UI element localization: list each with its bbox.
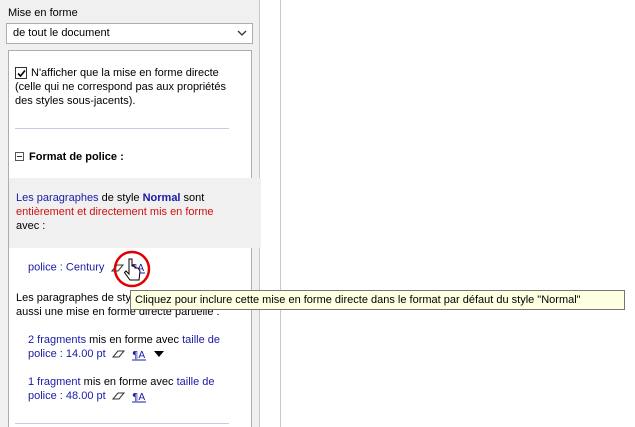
eraser-icon[interactable]: [111, 391, 126, 401]
direct-formatting-checkbox[interactable]: [15, 67, 27, 79]
fragment-prop-link[interactable]: police : 48.00 pt: [28, 390, 106, 402]
collapse-icon[interactable]: [15, 152, 24, 161]
option-label-line2: (celle qui ne correspond pas aux proprié…: [15, 81, 226, 93]
svg-text:¶A: ¶A: [132, 392, 145, 403]
fragment-count-link[interactable]: 1 fragment: [28, 376, 81, 388]
formatting-details-panel: N'afficher que la mise en forme directe …: [8, 50, 261, 427]
scope-dropdown[interactable]: de tout le document: [6, 23, 253, 44]
checkmark-icon: [17, 69, 26, 78]
tooltip: Cliquez pour inclure cette mise en forme…: [130, 290, 625, 310]
section-title: Mise en forme: [8, 7, 78, 19]
fragment-item: 1 fragment mis en forme avec taille de p…: [28, 375, 228, 403]
svg-text:¶A: ¶A: [132, 350, 145, 361]
para-text: avec :: [16, 220, 46, 232]
highlight-circle-with-hand-cursor-icon: [113, 250, 151, 288]
eraser-icon[interactable]: [111, 349, 126, 359]
option-label-line1: N'afficher que la mise en forme directe: [31, 67, 219, 79]
formatting-pane: Mise en forme de tout le document N'affi…: [0, 0, 261, 427]
apply-to-style-icon[interactable]: ¶A: [131, 390, 148, 403]
scope-dropdown-value: de tout le document: [13, 27, 110, 39]
fragment-prop-link[interactable]: police : 14.00 pt: [28, 348, 106, 360]
apply-to-style-icon[interactable]: ¶A: [131, 348, 148, 361]
entirely-formatted-text: entièrement et directement mis en forme: [16, 206, 214, 218]
para-text: sont: [180, 192, 205, 204]
paragraph-summary: Les paragraphes de style Normal sont ent…: [9, 178, 261, 248]
direct-formatting-option: N'afficher que la mise en forme directe …: [15, 66, 241, 108]
font-format-heading: Format de police :: [29, 151, 124, 163]
fragment-prop-link[interactable]: taille de: [182, 334, 220, 346]
fragment-text: mis en forme avec: [80, 376, 177, 388]
separator: [15, 423, 229, 424]
fragment-prop-link[interactable]: taille de: [177, 376, 215, 388]
partial-line1: Les paragraphes de sty: [16, 292, 131, 304]
document-area-divider: [280, 0, 281, 427]
fragment-text: mis en forme avec: [86, 334, 183, 346]
fragment-count-link[interactable]: 2 fragments: [28, 334, 86, 346]
font-format-header[interactable]: Format de police :: [15, 151, 124, 163]
dropdown-arrow-icon[interactable]: [153, 350, 164, 358]
chevron-down-icon: [237, 30, 247, 36]
option-label-line3: des styles sous-jacents).: [15, 95, 136, 107]
font-item-link[interactable]: police : Century: [28, 261, 104, 273]
paragraphs-link[interactable]: Les paragraphes: [16, 192, 99, 204]
para-text: de style: [98, 192, 143, 204]
fragment-item: 2 fragments mis en forme avec taille de …: [28, 333, 228, 361]
style-link[interactable]: Normal: [143, 192, 181, 204]
separator: [15, 128, 229, 129]
